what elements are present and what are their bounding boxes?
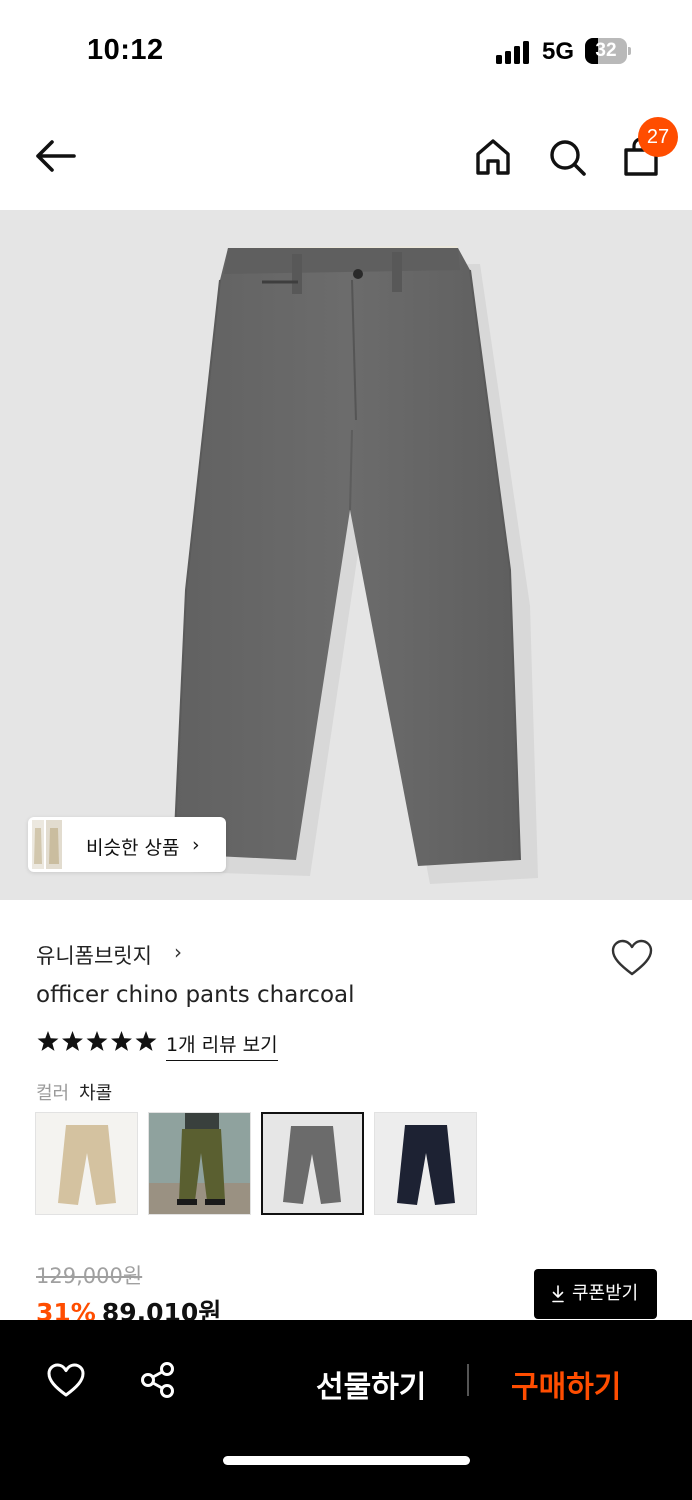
search-icon xyxy=(550,140,586,176)
product-image[interactable] xyxy=(0,210,692,900)
brand-link[interactable]: 유니폼브릿지 › xyxy=(36,940,182,968)
star-rating-icon xyxy=(37,1031,157,1051)
arrow-left-icon xyxy=(36,140,76,172)
coupon-label: 쿠폰받기 xyxy=(572,1283,639,1304)
share-button[interactable] xyxy=(138,1360,178,1400)
swatch-charcoal[interactable] xyxy=(261,1112,364,1215)
status-time: 10:12 xyxy=(87,34,164,66)
navy-pants-thumbnail xyxy=(375,1113,476,1214)
wishlist-button[interactable] xyxy=(610,938,654,978)
review-link[interactable]: 1개 리뷰 보기 xyxy=(166,1030,278,1061)
product-title: officer chino pants charcoal xyxy=(36,982,355,1008)
chino-pants-image xyxy=(173,246,538,884)
share-icon xyxy=(141,1362,174,1398)
swatch-olive[interactable] xyxy=(148,1112,251,1215)
color-row: 컬러 차콜 xyxy=(36,1079,112,1105)
battery-level: 32 xyxy=(595,40,617,61)
signal-icon xyxy=(496,40,532,64)
home-button[interactable] xyxy=(470,134,516,180)
home-icon xyxy=(476,139,510,175)
gift-button[interactable]: 선물하기 xyxy=(316,1362,426,1406)
battery-icon: 32 xyxy=(585,38,631,64)
buy-button[interactable]: 구매하기 xyxy=(511,1362,621,1406)
similar-products-label: 비슷한 상품 xyxy=(86,837,180,859)
home-indicator xyxy=(223,1456,470,1465)
star-icon xyxy=(86,1031,108,1051)
chevron-right-icon: › xyxy=(174,940,182,964)
original-price: 129,000원 xyxy=(36,1264,143,1288)
back-button[interactable] xyxy=(30,134,82,178)
heart-icon xyxy=(611,939,653,976)
download-icon xyxy=(552,1285,564,1303)
search-button[interactable] xyxy=(544,134,590,180)
heart-icon xyxy=(47,1363,85,1397)
beige-pants-thumbnail xyxy=(36,1113,137,1214)
similar-products-button[interactable]: 비슷한 상품 › xyxy=(28,817,226,872)
color-value: 차콜 xyxy=(79,1083,113,1104)
star-icon xyxy=(111,1031,132,1051)
chevron-right-icon: › xyxy=(192,834,200,856)
top-navigation xyxy=(0,100,692,210)
swatch-beige[interactable] xyxy=(35,1112,138,1215)
bottom-action-bar: 선물하기 구매하기 xyxy=(0,1320,692,1500)
star-icon xyxy=(37,1031,59,1051)
star-icon xyxy=(62,1031,83,1051)
network-type: 5G xyxy=(542,38,575,65)
brand-name: 유니폼브릿지 xyxy=(36,944,152,968)
divider xyxy=(467,1364,469,1396)
coupon-button[interactable]: 쿠폰받기 xyxy=(534,1269,657,1319)
olive-pants-thumbnail xyxy=(149,1113,250,1214)
star-icon xyxy=(135,1031,157,1051)
similar-thumbnails-icon xyxy=(32,820,62,869)
color-label: 컬러 xyxy=(36,1083,70,1104)
like-button[interactable] xyxy=(46,1361,86,1401)
swatch-navy[interactable] xyxy=(374,1112,477,1215)
status-bar: 10:12 5G 32 xyxy=(0,0,692,100)
charcoal-pants-thumbnail xyxy=(263,1114,362,1213)
cart-count-badge: 27 xyxy=(638,117,678,157)
